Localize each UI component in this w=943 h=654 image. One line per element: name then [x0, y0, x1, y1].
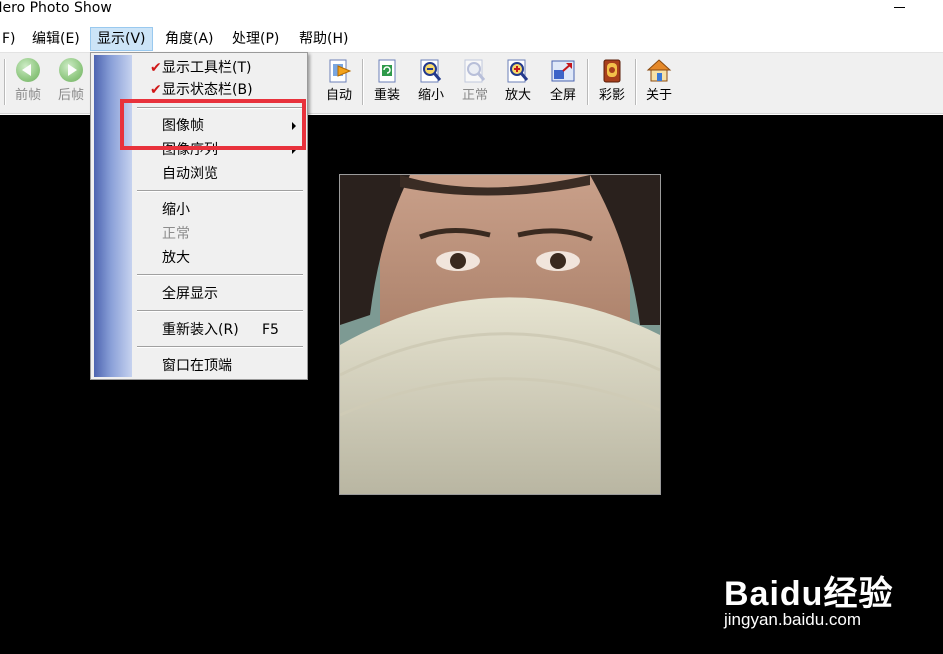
check-icon: ✔: [150, 82, 162, 98]
menu-item-show-statusbar[interactable]: ✔ 显示状态栏(B): [132, 79, 306, 101]
menu-item-label: 缩小: [162, 202, 190, 218]
menu-view[interactable]: 显示(V): [90, 27, 153, 51]
menu-item-label: 放大: [162, 250, 190, 266]
color-shadow-icon: [603, 59, 621, 83]
menu-edit[interactable]: 编辑(E): [26, 27, 86, 51]
zoom-in-icon: [507, 59, 529, 83]
auto-play-label: 自动: [325, 88, 352, 103]
menu-item-shortcut: F5: [262, 322, 279, 338]
fullscreen-button[interactable]: 全屏: [541, 56, 585, 110]
watermark-site: jingyan.baidu.com: [724, 610, 862, 629]
zoom-in-button[interactable]: 放大: [496, 56, 540, 110]
zoom-normal-label: 正常: [461, 88, 488, 103]
menu-separator: [137, 190, 303, 192]
reload-icon: [378, 59, 396, 83]
menu-item-auto-browse[interactable]: 自动浏览: [132, 163, 306, 185]
zoom-normal-icon: [464, 59, 486, 83]
title-bar: Hero Photo Show: [0, 0, 943, 26]
prev-frame-label: 前帧: [14, 88, 41, 103]
minimize-button[interactable]: [894, 0, 906, 16]
menu-item-fullscreen[interactable]: 全屏显示: [132, 283, 306, 305]
menu-item-label: 显示状态栏(B): [162, 82, 253, 98]
menu-item-zoom-in[interactable]: 放大: [132, 247, 306, 269]
zoom-in-label: 放大: [504, 88, 531, 103]
reload-button[interactable]: 重装: [365, 56, 409, 110]
menu-separator: [137, 274, 303, 276]
about-label: 关于: [645, 88, 672, 103]
menu-item-show-toolbar[interactable]: ✔ 显示工具栏(T): [132, 57, 306, 79]
zoom-out-icon: [420, 59, 442, 83]
menu-angle[interactable]: 角度(A): [159, 27, 220, 51]
menu-process[interactable]: 处理(P): [226, 27, 285, 51]
menu-item-window-on-top[interactable]: 窗口在顶端: [132, 355, 306, 377]
toolbar-separator: [587, 59, 589, 105]
menu-item-label: 重新装入(R): [162, 322, 239, 338]
menu-help[interactable]: 帮助(H): [293, 27, 354, 51]
baidu-watermark: Baidu经验 jingyan.baidu.com: [724, 566, 924, 634]
color-shadow-button[interactable]: 彩影: [590, 56, 634, 110]
about-button[interactable]: 关于: [637, 56, 681, 110]
prev-frame-icon: [16, 58, 40, 82]
displayed-photo: [339, 174, 661, 495]
menu-item-normal[interactable]: 正常: [132, 223, 306, 245]
menu-item-reload[interactable]: 重新装入(R) F5: [132, 319, 306, 341]
menu-item-label: 正常: [162, 226, 190, 242]
menu-item-label: 全屏显示: [162, 286, 218, 302]
prev-frame-button[interactable]: 前帧: [6, 56, 50, 110]
auto-play-button[interactable]: 自动: [317, 56, 361, 110]
fullscreen-icon: [551, 60, 575, 82]
menu-bar: F) 编辑(E) 显示(V) 角度(A) 处理(P) 帮助(H): [0, 26, 943, 52]
next-frame-button[interactable]: 后帧: [49, 56, 93, 110]
zoom-normal-button[interactable]: 正常: [453, 56, 497, 110]
next-frame-label: 后帧: [57, 88, 84, 103]
menu-file[interactable]: F): [0, 27, 22, 51]
highlight-annotation: [120, 99, 306, 150]
menu-separator: [137, 310, 303, 312]
menu-separator: [137, 346, 303, 348]
watermark-brand: Baidu经验: [724, 575, 894, 613]
color-shadow-label: 彩影: [598, 88, 625, 103]
reload-label: 重装: [373, 88, 400, 103]
toolbar-separator: [362, 59, 364, 105]
menu-item-label: 自动浏览: [162, 166, 218, 182]
fullscreen-label: 全屏: [549, 88, 576, 103]
next-frame-icon: [59, 58, 83, 82]
auto-play-icon: [329, 59, 352, 83]
menu-item-label: 窗口在顶端: [162, 358, 232, 374]
about-home-icon: [646, 59, 672, 82]
window-title: Hero Photo Show: [0, 0, 112, 16]
zoom-out-label: 缩小: [417, 88, 444, 103]
check-icon: ✔: [150, 60, 162, 76]
zoom-out-button[interactable]: 缩小: [409, 56, 453, 110]
menu-item-zoom-out[interactable]: 缩小: [132, 199, 306, 221]
menu-item-label: 显示工具栏(T): [162, 60, 252, 76]
